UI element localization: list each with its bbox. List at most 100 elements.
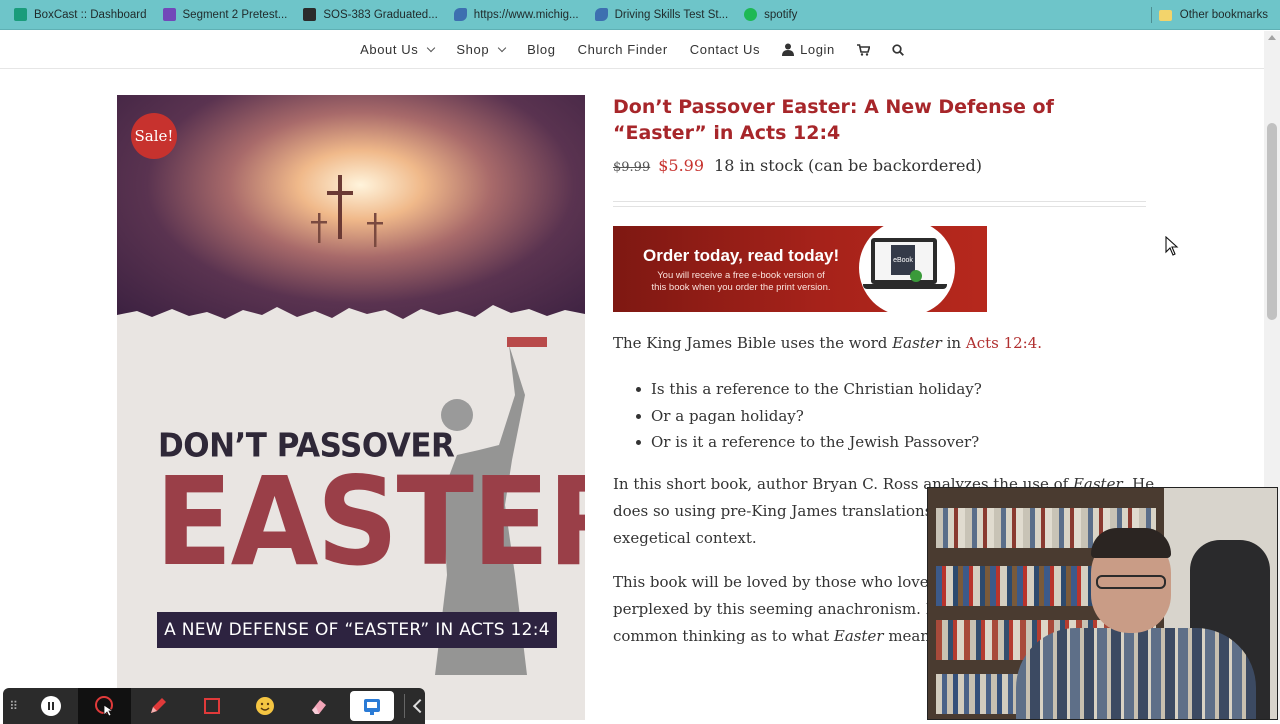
divider	[613, 201, 1146, 207]
nav-about-label: About Us	[360, 42, 419, 57]
nav-blog-label: Blog	[527, 42, 556, 57]
text: .	[1037, 334, 1043, 352]
bookmark-label: Segment 2 Pretest...	[182, 8, 288, 21]
nav-blog[interactable]: Blog	[527, 42, 555, 57]
drag-handle-icon[interactable]: ⠿	[3, 699, 24, 713]
presenter-shirt	[1016, 628, 1256, 719]
list-item: Or a pagan holiday?	[633, 403, 982, 430]
spotify-icon	[744, 8, 758, 21]
sos-icon	[303, 8, 317, 21]
nav-login[interactable]: Login	[782, 42, 835, 57]
boxcast-icon	[14, 8, 27, 21]
stock-status: 18 in stock (can be backordered)	[714, 156, 982, 175]
question-list: Is this a reference to the Christian hol…	[633, 376, 982, 456]
pause-icon	[41, 696, 62, 716]
chevron-down-icon	[427, 43, 436, 53]
bookmark-spotify[interactable]: spotify	[744, 8, 797, 21]
cursor-highlight-icon	[94, 696, 114, 717]
webcam-overlay	[927, 487, 1278, 720]
list-item: Is this a reference to the Christian hol…	[633, 376, 982, 403]
other-bookmarks[interactable]: Other bookmarks	[1158, 0, 1268, 30]
eraser-icon	[311, 700, 326, 714]
description-paragraph-1: The King James Bible uses the word Easte…	[613, 330, 1042, 357]
mouse-cursor-icon	[1165, 236, 1179, 256]
other-bookmarks-label: Other bookmarks	[1179, 9, 1268, 21]
line: common thinking as to what Easter means	[613, 623, 949, 650]
banner-subtext: You will receive a free e-book version o…	[651, 270, 831, 293]
text: in	[941, 334, 966, 352]
laptop-base	[863, 284, 947, 289]
cursor-highlight-button[interactable]	[77, 688, 132, 724]
cart-icon	[856, 43, 870, 56]
search-icon	[892, 43, 904, 56]
pen-icon	[151, 698, 167, 713]
nav-shop-label: Shop	[456, 42, 490, 57]
price-row: $9.99 $5.99 18 in stock (can be backorde…	[613, 156, 982, 175]
forms-icon	[162, 8, 176, 21]
pause-button[interactable]	[24, 688, 78, 724]
bookmark-sos-383[interactable]: SOS-383 Graduated...	[303, 8, 438, 21]
text: common thinking as to what	[613, 627, 834, 645]
cover-subtitle: A NEW DEFENSE OF “EASTER” IN ACTS 12:4	[157, 612, 557, 648]
michigan-icon	[594, 8, 608, 21]
whiteboard-button[interactable]	[349, 691, 395, 721]
nav-shop[interactable]: Shop	[456, 42, 507, 57]
bookmark-label: https://www.michig...	[473, 8, 579, 21]
product-title: Don’t Passover Easter: A New Defense of …	[613, 96, 1054, 144]
cross-icon	[327, 175, 353, 239]
bookmark-driving-skills[interactable]: Driving Skills Test St...	[594, 8, 729, 21]
nav-church-finder-label: Church Finder	[577, 42, 668, 57]
bookmark-boxcast[interactable]: BoxCast :: Dashboard	[14, 8, 147, 21]
emoji-icon	[256, 697, 275, 715]
line: perplexed by this seeming anachronism. I…	[613, 600, 938, 618]
folder-icon	[1158, 9, 1172, 21]
scroll-thumb[interactable]	[1267, 123, 1277, 320]
emphasis: Easter	[892, 334, 942, 352]
presenter-hair	[1091, 528, 1171, 558]
description-paragraph-3: This book will be loved by those who lov…	[613, 569, 949, 650]
list-item: Or is it a reference to the Jewish Passo…	[633, 429, 982, 456]
nav-login-label: Login	[800, 42, 835, 57]
toolbar-separator	[404, 694, 406, 718]
bookmark-label: BoxCast :: Dashboard	[34, 8, 147, 21]
nav-contact-us[interactable]: Contact Us	[690, 42, 760, 57]
cover-torn-edge	[117, 305, 585, 335]
recording-toolbar: ⠿	[3, 688, 428, 724]
sale-price: $5.99	[658, 156, 705, 175]
nav-church-finder[interactable]: Church Finder	[578, 42, 668, 57]
emoji-button[interactable]	[238, 688, 292, 724]
bookmark-label: SOS-383 Graduated...	[323, 8, 438, 21]
bookmark-label: Driving Skills Test St...	[614, 8, 729, 21]
site-nav: About Us Shop Blog Church Finder Contact…	[0, 31, 1264, 69]
rectangle-button[interactable]	[185, 688, 239, 724]
bookmarks-separator	[1151, 7, 1152, 23]
download-icon	[910, 270, 922, 282]
eraser-button[interactable]	[292, 688, 346, 724]
rectangle-icon	[203, 698, 220, 714]
sale-badge: Sale!	[131, 113, 177, 159]
cart-button[interactable]	[856, 43, 870, 56]
bookmark-label: spotify	[764, 8, 798, 21]
order-today-banner[interactable]: Order today, read today! You will receiv…	[613, 226, 987, 312]
search-button[interactable]	[892, 43, 904, 56]
product-image[interactable]: Sale! DON’T PASSOVER EASTER A NEW DEFENS…	[117, 95, 585, 720]
old-price: $9.99	[613, 160, 651, 175]
bookmark-michigan[interactable]: https://www.michig...	[453, 8, 579, 21]
cross-icon	[311, 213, 327, 243]
nav-about-us[interactable]: About Us	[360, 42, 436, 57]
pen-button[interactable]	[131, 688, 185, 724]
chevron-down-icon	[497, 43, 507, 53]
michigan-icon	[453, 8, 467, 21]
cross-icon	[367, 213, 383, 247]
nav-contact-label: Contact Us	[689, 42, 761, 57]
bookmark-segment-pretest[interactable]: Segment 2 Pretest...	[162, 8, 288, 21]
acts-12-4-link[interactable]: Acts 12:4	[966, 334, 1037, 352]
scroll-up-arrow-icon[interactable]	[1268, 35, 1276, 40]
text: The King James Bible uses the word	[613, 334, 893, 352]
emphasis: Easter	[833, 627, 884, 645]
banner-heading: Order today, read today!	[643, 246, 840, 265]
presenter-glasses	[1096, 575, 1166, 589]
line: This book will be loved by those who lov…	[613, 573, 950, 591]
user-icon	[782, 43, 795, 56]
cover-title-big: EASTER	[155, 451, 585, 593]
